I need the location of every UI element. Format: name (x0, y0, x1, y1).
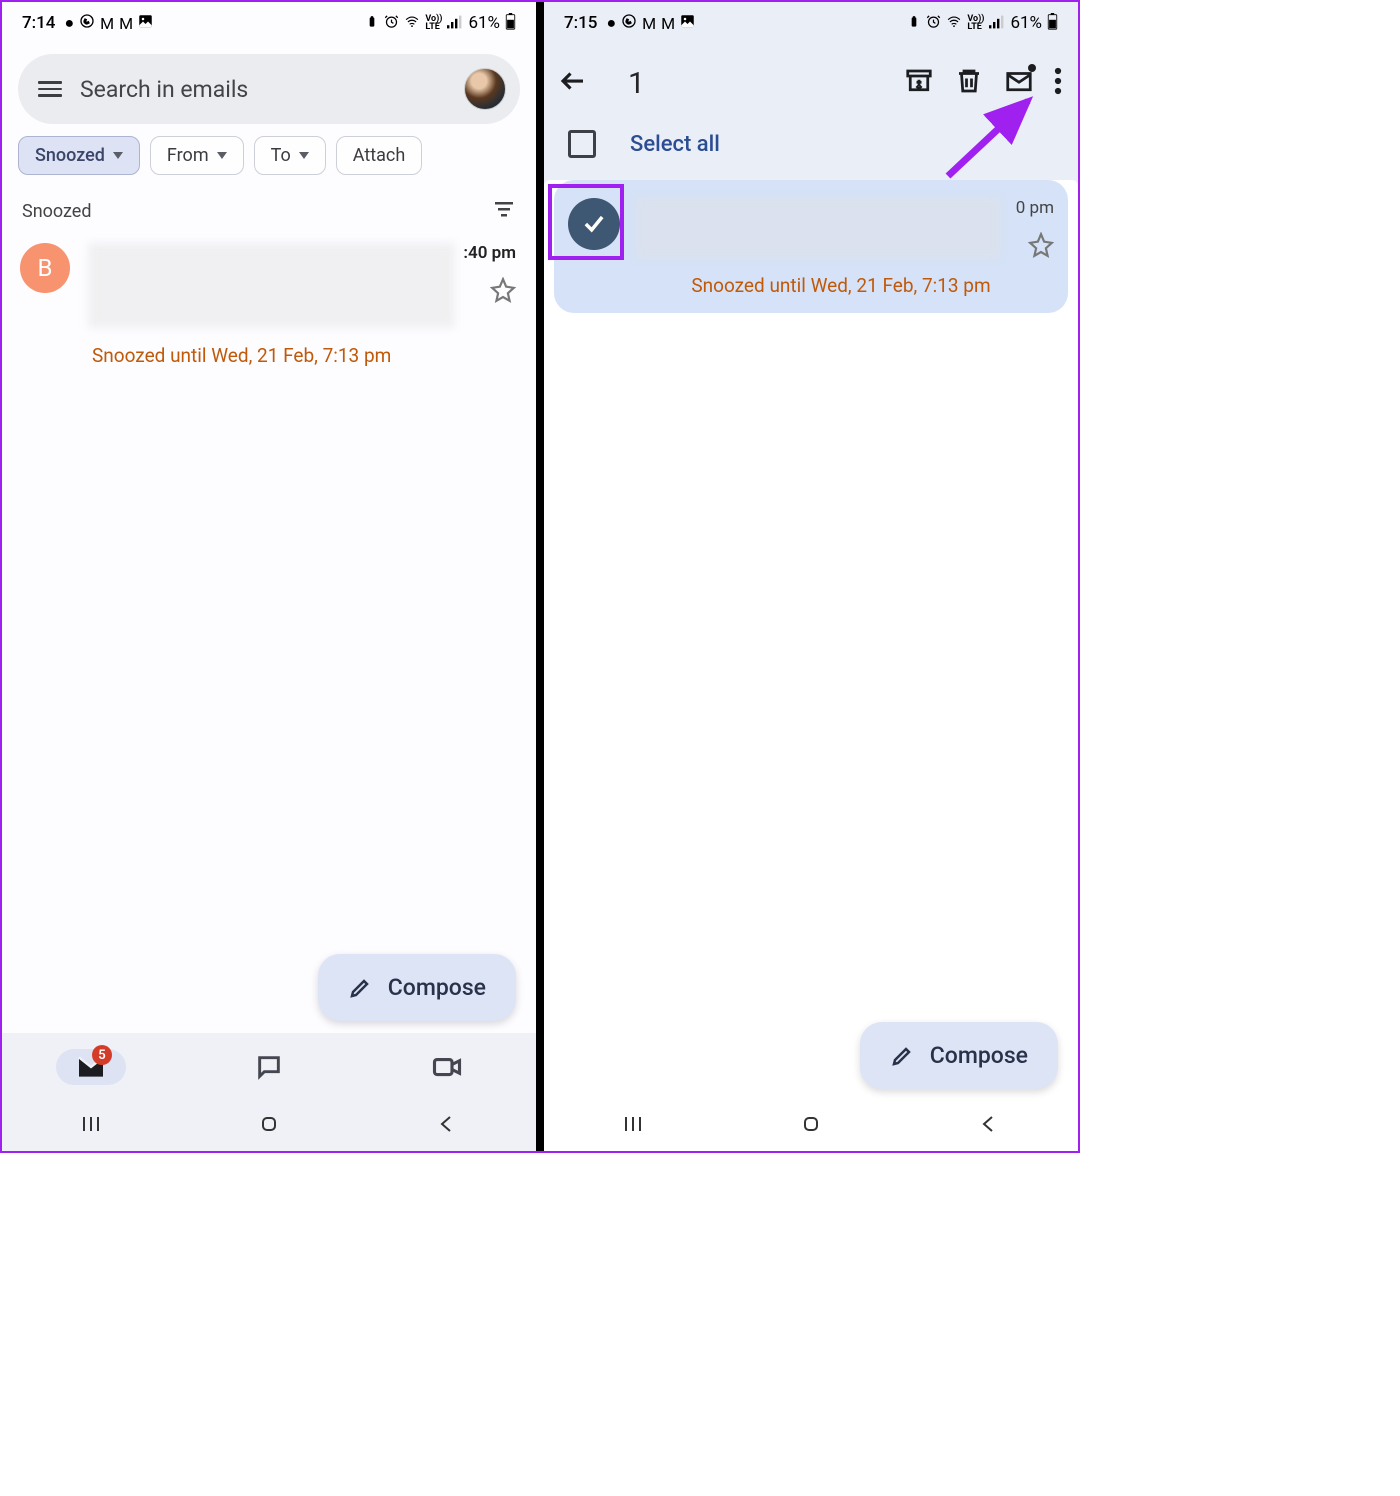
status-time: 7:14 (22, 13, 55, 33)
whatsapp-icon (621, 13, 637, 33)
email-list-item-selected[interactable]: 0 pm Snoozed until Wed, 21 Feb, 7:13 pm (554, 180, 1068, 313)
bottom-nav: 5 (2, 1033, 536, 1101)
sender-avatar[interactable]: B (20, 243, 70, 293)
screen-divider (536, 2, 544, 1151)
recents-button[interactable] (621, 1112, 645, 1140)
system-nav (2, 1101, 536, 1151)
wifi-icon (404, 14, 420, 33)
battery-percent: 61% (1010, 13, 1042, 33)
chip-attachment[interactable]: Attach (336, 136, 423, 175)
status-bar: 7:15 ● M M Vo))LTE 61% (544, 2, 1078, 40)
battery-saver-icon (365, 14, 379, 33)
back-arrow-button[interactable] (558, 66, 588, 100)
caret-down-icon (299, 152, 309, 159)
search-input[interactable]: Search in emails (80, 76, 446, 103)
whatsapp-icon (79, 13, 95, 33)
delete-button[interactable] (954, 66, 984, 100)
selection-toolbar: 1 (544, 40, 1078, 120)
email-content-blurred (88, 243, 455, 328)
chat-bubble-icon: ● (64, 13, 74, 33)
caret-down-icon (113, 152, 123, 159)
mail-m-icon: M (661, 14, 675, 33)
alarm-icon (384, 14, 399, 33)
mark-unread-button[interactable] (1004, 66, 1034, 100)
volte-icon: Vo))LTE (967, 15, 984, 31)
back-button[interactable] (977, 1112, 1001, 1140)
mail-m-icon: M (642, 14, 656, 33)
battery-icon (1047, 13, 1058, 34)
chip-from[interactable]: From (150, 136, 244, 175)
status-bar: 7:14 ● M M Vo))LTE 61% (2, 2, 536, 40)
battery-icon (505, 13, 516, 34)
home-button[interactable] (799, 1112, 823, 1140)
star-icon[interactable] (1028, 232, 1054, 262)
compose-button[interactable]: Compose (318, 954, 516, 1021)
phone-screen-right: 7:15 ● M M Vo))LTE 61% (544, 2, 1078, 1151)
email-list-item[interactable]: B :40 pm (2, 233, 536, 338)
section-header: Snoozed (2, 175, 536, 233)
mail-badge: 5 (92, 1045, 112, 1065)
mail-m-icon: M (100, 14, 114, 33)
nav-mail[interactable]: 5 (56, 1049, 126, 1085)
back-button[interactable] (435, 1112, 459, 1140)
picture-icon (680, 14, 695, 33)
recents-button[interactable] (79, 1112, 103, 1140)
filter-chips: Snoozed From To Attach (2, 136, 536, 175)
star-icon[interactable] (490, 277, 516, 307)
compose-button[interactable]: Compose (860, 1022, 1058, 1089)
caret-down-icon (217, 152, 227, 159)
nav-chat[interactable] (234, 1053, 304, 1081)
select-all-row[interactable]: Select all (544, 120, 1078, 176)
status-time: 7:15 (564, 13, 597, 33)
select-all-checkbox[interactable] (568, 130, 596, 158)
chat-bubble-icon: ● (606, 13, 616, 33)
search-bar[interactable]: Search in emails (18, 54, 520, 124)
signal-icon (989, 14, 1005, 33)
section-title: Snoozed (22, 201, 92, 222)
email-content-blurred (636, 198, 1000, 258)
selected-count: 1 (628, 66, 884, 101)
system-nav (544, 1101, 1078, 1151)
select-all-label: Select all (630, 132, 720, 157)
nav-video[interactable] (412, 1054, 482, 1080)
volte-icon: Vo))LTE (425, 15, 442, 31)
selected-check-avatar[interactable] (568, 198, 620, 250)
menu-icon[interactable] (38, 81, 62, 97)
archive-button[interactable] (904, 66, 934, 100)
picture-icon (138, 14, 153, 33)
phone-screen-left: 7:14 ● M M Vo))LTE 61% (2, 2, 536, 1151)
email-time: :40 pm (463, 243, 516, 263)
more-options-button[interactable] (1054, 66, 1062, 100)
battery-saver-icon (907, 14, 921, 33)
chip-to[interactable]: To (254, 136, 326, 175)
mail-m-icon: M (119, 14, 133, 33)
wifi-icon (946, 14, 962, 33)
email-time: 0 pm (1016, 198, 1054, 218)
snoozed-until-text: Snoozed until Wed, 21 Feb, 7:13 pm (562, 262, 1054, 297)
home-button[interactable] (257, 1112, 281, 1140)
signal-icon (447, 14, 463, 33)
battery-percent: 61% (468, 13, 500, 33)
alarm-icon (926, 14, 941, 33)
profile-avatar[interactable] (464, 68, 506, 110)
chip-snoozed[interactable]: Snoozed (18, 136, 140, 175)
snoozed-until-text: Snoozed until Wed, 21 Feb, 7:13 pm (2, 338, 536, 367)
filter-list-icon[interactable] (492, 197, 516, 225)
